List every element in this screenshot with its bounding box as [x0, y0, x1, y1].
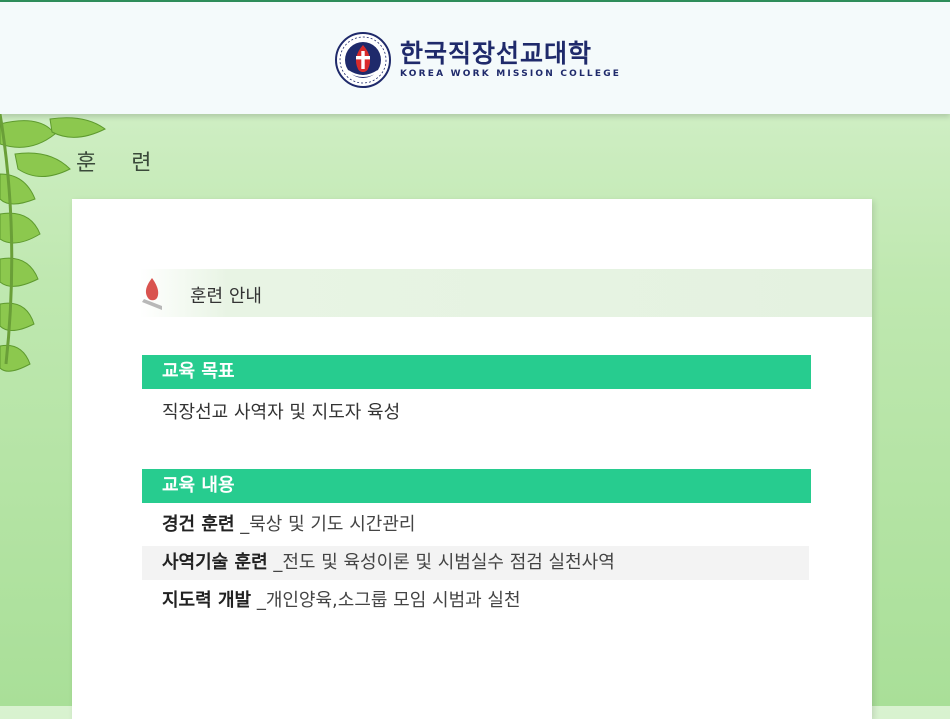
- logo-korean-name: 한국직장선교대학: [400, 39, 593, 68]
- list-item-name: 경건 훈련: [162, 514, 235, 535]
- education-goal-heading: 교육 목표: [142, 355, 811, 389]
- education-goal-text: 직장선교 사역자 및 지도자 육성: [162, 402, 401, 423]
- education-content-heading: 교육 내용: [142, 469, 811, 503]
- logo-english-name: KOREA WORK MISSION COLLEGE: [400, 69, 622, 79]
- list-item-detail: _개인양육,소그룹 모임 시범과 실천: [256, 590, 521, 611]
- college-emblem-icon: [335, 32, 391, 88]
- list-item: 경건 훈련 _묵상 및 기도 시간관리: [142, 508, 809, 542]
- flame-icon: [142, 278, 162, 310]
- list-item: 지도력 개발 _개인양육,소그룹 모임 시범과 실천: [142, 584, 809, 618]
- site-logo[interactable]: 한국직장선교대학 KOREA WORK MISSION COLLEGE: [334, 32, 621, 88]
- list-item-name: 사역기술 훈련: [162, 552, 268, 573]
- list-item-name: 지도력 개발: [162, 590, 252, 611]
- list-item: 사역기술 훈련 _전도 및 육성이론 및 시범실수 점검 실천사역: [142, 546, 809, 580]
- site-header: 한국직장선교대학 KOREA WORK MISSION COLLEGE: [0, 2, 950, 114]
- list-item-detail: _전도 및 육성이론 및 시범실수 점검 실천사역: [273, 552, 615, 573]
- list-item-detail: _묵상 및 기도 시간관리: [240, 514, 416, 535]
- section-title: 훈련 안내: [190, 286, 262, 307]
- page-title: 훈 련: [76, 151, 166, 176]
